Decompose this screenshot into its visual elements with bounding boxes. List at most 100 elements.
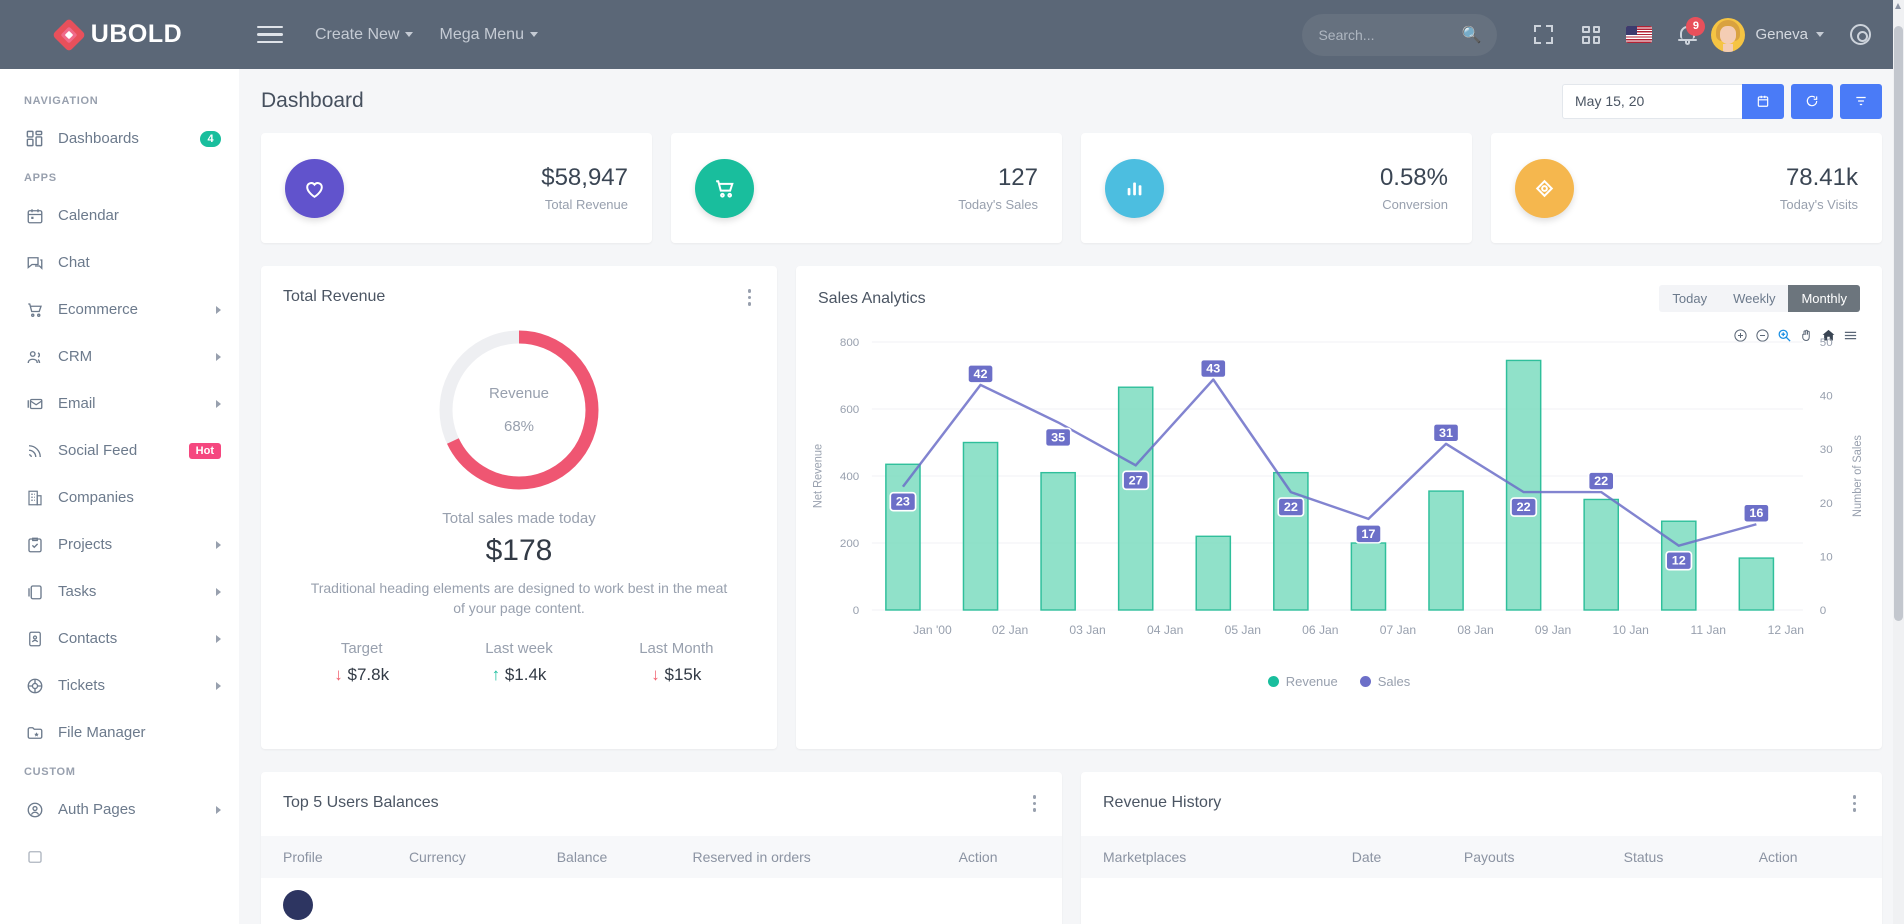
stat-card-todays-sales: 127 Today's Sales xyxy=(671,133,1062,243)
sidebar: NAVIGATION Dashboards 4 APPS xyxy=(0,69,239,924)
user-menu[interactable]: Geneva xyxy=(1711,11,1824,59)
date-range-input[interactable]: May 15, 20 xyxy=(1562,84,1742,119)
sidebar-item-social-feed[interactable]: Social Feed Hot xyxy=(0,427,239,474)
filter-button[interactable] xyxy=(1840,84,1882,119)
more-options-icon[interactable] xyxy=(744,285,756,310)
donut-label: Revenue xyxy=(489,385,549,402)
sales-chart: 020040060080001020304050Net RevenueNumbe… xyxy=(796,328,1882,668)
sidebar-item-dashboards[interactable]: Dashboards 4 xyxy=(0,115,239,162)
top-nav-menu: Create New Mega Menu xyxy=(315,26,538,44)
legend-label: Sales xyxy=(1378,674,1411,689)
sidebar-item-label: Companies xyxy=(58,489,221,506)
page-toolbar: May 15, 20 xyxy=(1562,84,1882,119)
svg-text:600: 600 xyxy=(840,404,859,416)
stat-value: ↓ $15k xyxy=(598,665,755,685)
notification-badge: 9 xyxy=(1686,17,1705,36)
sidebar-item-auth-pages[interactable]: Auth Pages xyxy=(0,786,239,833)
revenue-stat-last-week: Last week ↑ $1.4k xyxy=(440,640,597,685)
sidebar-item-contacts[interactable]: Contacts xyxy=(0,615,239,662)
refresh-button[interactable] xyxy=(1791,84,1833,119)
nav-create-new[interactable]: Create New xyxy=(315,26,413,44)
page-title: Dashboard xyxy=(261,89,364,113)
legend-item-revenue[interactable]: Revenue xyxy=(1268,674,1338,689)
fullscreen-button[interactable] xyxy=(1519,11,1567,59)
sidebar-item-calendar[interactable]: Calendar xyxy=(0,192,239,239)
donut-percent: 68% xyxy=(504,418,534,435)
svg-text:03 Jan: 03 Jan xyxy=(1069,623,1105,637)
table-row[interactable] xyxy=(261,878,1062,924)
user-circle-icon xyxy=(24,799,45,820)
stat-key: Target xyxy=(283,640,440,657)
sidebar-item-label: CRM xyxy=(58,348,216,365)
revenue-table-header: Revenue History xyxy=(1081,772,1882,816)
search-box[interactable]: 🔍 xyxy=(1302,14,1497,56)
language-selector[interactable] xyxy=(1615,11,1663,59)
page-scrollbar[interactable] xyxy=(1893,0,1904,924)
stat-key: Last Month xyxy=(598,640,755,657)
sidebar-item-crm[interactable]: CRM xyxy=(0,333,239,380)
sidebar-item-file-manager[interactable]: File Manager xyxy=(0,709,239,756)
sidebar-item-email[interactable]: Email xyxy=(0,380,239,427)
table-row[interactable] xyxy=(1081,878,1882,906)
more-options-icon[interactable] xyxy=(1029,791,1041,816)
nav-mega-menu[interactable]: Mega Menu xyxy=(439,26,538,44)
sidebar-item-tickets[interactable]: Tickets xyxy=(0,662,239,709)
stat-label: Total Revenue xyxy=(541,197,628,212)
brand-logo-area[interactable]: UBOLD xyxy=(0,0,239,69)
tab-monthly[interactable]: Monthly xyxy=(1788,285,1860,312)
search-icon[interactable]: 🔍 xyxy=(1462,25,1482,45)
sidebar-item-companies[interactable]: Companies xyxy=(0,474,239,521)
revenue-description: Traditional heading elements are designe… xyxy=(261,578,777,619)
col-marketplaces: Marketplaces xyxy=(1081,836,1342,878)
settings-button[interactable] xyxy=(1836,11,1884,59)
svg-text:31: 31 xyxy=(1439,426,1453,440)
sidebar-section-custom: CUSTOM xyxy=(0,756,239,786)
svg-text:23: 23 xyxy=(896,495,910,509)
top-users-balances-card: Top 5 Users Balances Profile Currency Ba… xyxy=(261,772,1062,924)
tab-today[interactable]: Today xyxy=(1659,285,1720,312)
cart-icon xyxy=(695,159,754,218)
contact-card-icon xyxy=(24,628,45,649)
scroll-up-icon[interactable] xyxy=(1895,3,1901,9)
apps-grid-button[interactable] xyxy=(1567,11,1615,59)
chevron-down-icon xyxy=(405,32,413,37)
tab-weekly[interactable]: Weekly xyxy=(1720,285,1788,312)
search-input[interactable] xyxy=(1318,27,1461,43)
avatar xyxy=(1711,18,1745,52)
svg-text:10: 10 xyxy=(1820,552,1833,564)
brand-name: UBOLD xyxy=(91,20,182,49)
chevron-right-icon xyxy=(216,588,221,596)
legend-item-sales[interactable]: Sales xyxy=(1360,674,1411,689)
col-currency: Currency xyxy=(399,836,547,878)
sidebar-section-apps: APPS xyxy=(0,162,239,192)
more-options-icon[interactable] xyxy=(1849,791,1861,816)
scrollbar-thumb[interactable] xyxy=(1894,26,1903,621)
svg-text:11 Jan: 11 Jan xyxy=(1691,623,1726,637)
sidebar-item-partial[interactable] xyxy=(0,833,239,880)
page-icon xyxy=(24,846,45,867)
stat-text: 0.58% Conversion xyxy=(1380,164,1448,213)
clipboard-check-icon xyxy=(24,534,45,555)
chat-icon xyxy=(24,252,45,273)
sidebar-item-ecommerce[interactable]: Ecommerce xyxy=(0,286,239,333)
notifications-button[interactable]: 9 xyxy=(1663,11,1711,59)
svg-text:09 Jan: 09 Jan xyxy=(1535,623,1571,637)
chart-svg: 020040060080001020304050Net RevenueNumbe… xyxy=(796,328,1882,668)
sidebar-item-projects[interactable]: Projects xyxy=(0,521,239,568)
calendar-button[interactable] xyxy=(1742,84,1784,119)
svg-text:0: 0 xyxy=(1820,605,1826,617)
avatar xyxy=(283,890,313,920)
stat-card-conversion: 0.58% Conversion xyxy=(1081,133,1472,243)
heart-icon xyxy=(285,159,344,218)
col-status: Status xyxy=(1614,836,1749,878)
dashboard-icon xyxy=(24,128,45,149)
col-balance: Balance xyxy=(547,836,683,878)
body-wrapper: NAVIGATION Dashboards 4 APPS xyxy=(0,69,1904,924)
svg-text:06 Jan: 06 Jan xyxy=(1302,623,1338,637)
svg-text:27: 27 xyxy=(1129,474,1143,488)
sidebar-item-label: File Manager xyxy=(58,724,221,741)
hamburger-icon[interactable] xyxy=(257,18,291,52)
sidebar-item-chat[interactable]: Chat xyxy=(0,239,239,286)
sidebar-item-tasks[interactable]: Tasks xyxy=(0,568,239,615)
folder-star-icon xyxy=(24,722,45,743)
